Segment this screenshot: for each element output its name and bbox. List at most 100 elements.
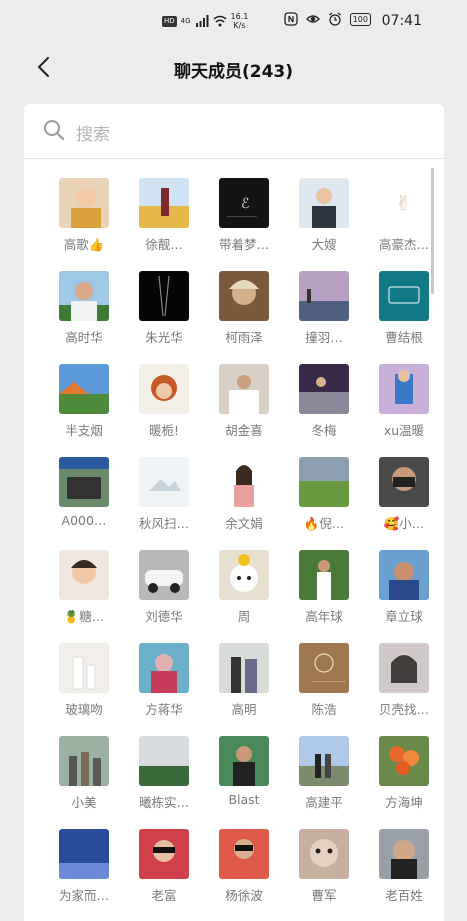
member-item[interactable]: ✌ 高豪杰… (364, 178, 444, 258)
network-type: 4G (180, 17, 191, 25)
member-name: 章立球 (385, 609, 423, 624)
member-item[interactable]: 撞羽… (284, 271, 364, 351)
member-avatar: ✌ (379, 178, 429, 228)
eye-icon (305, 15, 320, 23)
member-item[interactable]: 🥰小… (364, 457, 444, 537)
member-avatar (299, 550, 349, 600)
member-name: 刘德华 (145, 609, 183, 624)
svg-text:✌: ✌ (395, 191, 412, 215)
member-avatar (59, 271, 109, 321)
member-avatar (59, 457, 109, 507)
members-panel: 搜索 高歌👍 徐靓… ℰ —————— 带着梦… 大嫂 ✌ 高豪杰… 高时华 朱光华 柯雨泽 撞羽… 曹… (24, 104, 444, 921)
member-avatar (219, 829, 269, 879)
member-item[interactable]: xu温暖 (364, 364, 444, 444)
member-item[interactable]: 高建平 (284, 736, 364, 816)
member-item[interactable]: 周 (204, 550, 284, 630)
member-item[interactable]: 小美 (44, 736, 124, 816)
member-name: 半支烟 (65, 423, 103, 438)
member-item[interactable]: 高明 (204, 643, 284, 723)
member-item[interactable]: 高年球 (284, 550, 364, 630)
member-item[interactable]: 半支烟 (44, 364, 124, 444)
member-name: 小美 (71, 795, 97, 810)
member-avatar (379, 457, 429, 507)
member-avatar (139, 271, 189, 321)
member-item[interactable]: 玻璃吻 (44, 643, 124, 723)
member-item[interactable]: 曹军 (284, 829, 364, 909)
speed-unit: K/s (233, 21, 246, 30)
member-item[interactable]: 高时华 (44, 271, 124, 351)
member-name: 高时华 (65, 330, 103, 345)
member-item[interactable]: 🔥倪… (284, 457, 364, 537)
member-item[interactable]: ℰ —————— 带着梦… (204, 178, 284, 258)
member-avatar (139, 364, 189, 414)
member-avatar (59, 550, 109, 600)
member-item[interactable]: 方蒋华 (124, 643, 204, 723)
member-name: 高建平 (305, 795, 343, 810)
member-item[interactable]: 朱光华 (124, 271, 204, 351)
member-avatar (379, 271, 429, 321)
member-avatar (299, 364, 349, 414)
member-avatar (139, 736, 189, 786)
member-item[interactable]: 方海坤 (364, 736, 444, 816)
member-name: 撞羽… (305, 330, 343, 345)
member-avatar (379, 364, 429, 414)
member-item[interactable]: 徐靓… (124, 178, 204, 258)
alarm-icon (328, 12, 341, 26)
member-avatar (139, 643, 189, 693)
member-name: Blast (228, 792, 260, 807)
member-name: 周 (237, 609, 251, 624)
member-item[interactable]: 秋风扫… (124, 457, 204, 537)
member-avatar (59, 178, 109, 228)
member-avatar (219, 271, 269, 321)
member-item[interactable]: 🍍糖… (44, 550, 124, 630)
member-item[interactable]: 杨徐波 (204, 829, 284, 909)
member-name: 杨徐波 (225, 888, 263, 903)
member-name: 方海坤 (385, 795, 423, 810)
member-avatar (299, 457, 349, 507)
member-name: 曹结根 (385, 330, 423, 345)
member-avatar (219, 643, 269, 693)
member-item[interactable]: A000… (44, 457, 124, 537)
member-item[interactable]: 章立球 (364, 550, 444, 630)
member-name: 胡金喜 (225, 423, 263, 438)
search-input[interactable]: 搜索 (76, 120, 110, 145)
member-item[interactable]: 余文娟 (204, 457, 284, 537)
member-name: 冬梅 (311, 423, 337, 438)
signal-icon (195, 15, 209, 27)
member-item[interactable]: ——————— 陈浩 (284, 643, 364, 723)
member-item[interactable]: 为家而… (44, 829, 124, 909)
member-name: A000… (61, 513, 107, 528)
member-name: 高明 (231, 702, 257, 717)
member-item[interactable]: 刘德华 (124, 550, 204, 630)
member-name: 🍍糖… (63, 609, 105, 624)
svg-text:———————: ——————— (311, 679, 346, 685)
member-name: 徐靓… (145, 237, 183, 252)
member-item[interactable]: 高歌👍 (44, 178, 124, 258)
status-right: 100 (284, 12, 371, 26)
member-avatar (139, 457, 189, 507)
member-item[interactable]: 曦栋实… (124, 736, 204, 816)
member-item[interactable]: 老富 (124, 829, 204, 909)
speed-value: 16.1 (230, 12, 249, 21)
member-avatar (139, 829, 189, 879)
member-avatar (59, 736, 109, 786)
member-name: 暖栀! (148, 423, 179, 438)
member-item[interactable]: 冬梅 (284, 364, 364, 444)
search-bar[interactable]: 搜索 (24, 104, 444, 159)
status-bar: HD 4G 16.1 K/s 100 07:41 (0, 0, 467, 44)
member-item[interactable]: 老百姓 (364, 829, 444, 909)
svg-text:ℰ: ℰ (241, 196, 249, 212)
member-item[interactable]: 贝壳找… (364, 643, 444, 723)
member-item[interactable]: Blast (204, 736, 284, 816)
member-item[interactable]: 柯雨泽 (204, 271, 284, 351)
member-avatar (219, 364, 269, 414)
member-avatar (379, 736, 429, 786)
member-avatar: ℰ —————— (219, 178, 269, 228)
member-item[interactable]: 胡金喜 (204, 364, 284, 444)
member-item[interactable]: 暖栀! (124, 364, 204, 444)
member-item[interactable]: 曹结根 (364, 271, 444, 351)
member-name: 玻璃吻 (65, 702, 103, 717)
nfc-icon (284, 12, 298, 26)
member-avatar (299, 178, 349, 228)
member-item[interactable]: 大嫂 (284, 178, 364, 258)
